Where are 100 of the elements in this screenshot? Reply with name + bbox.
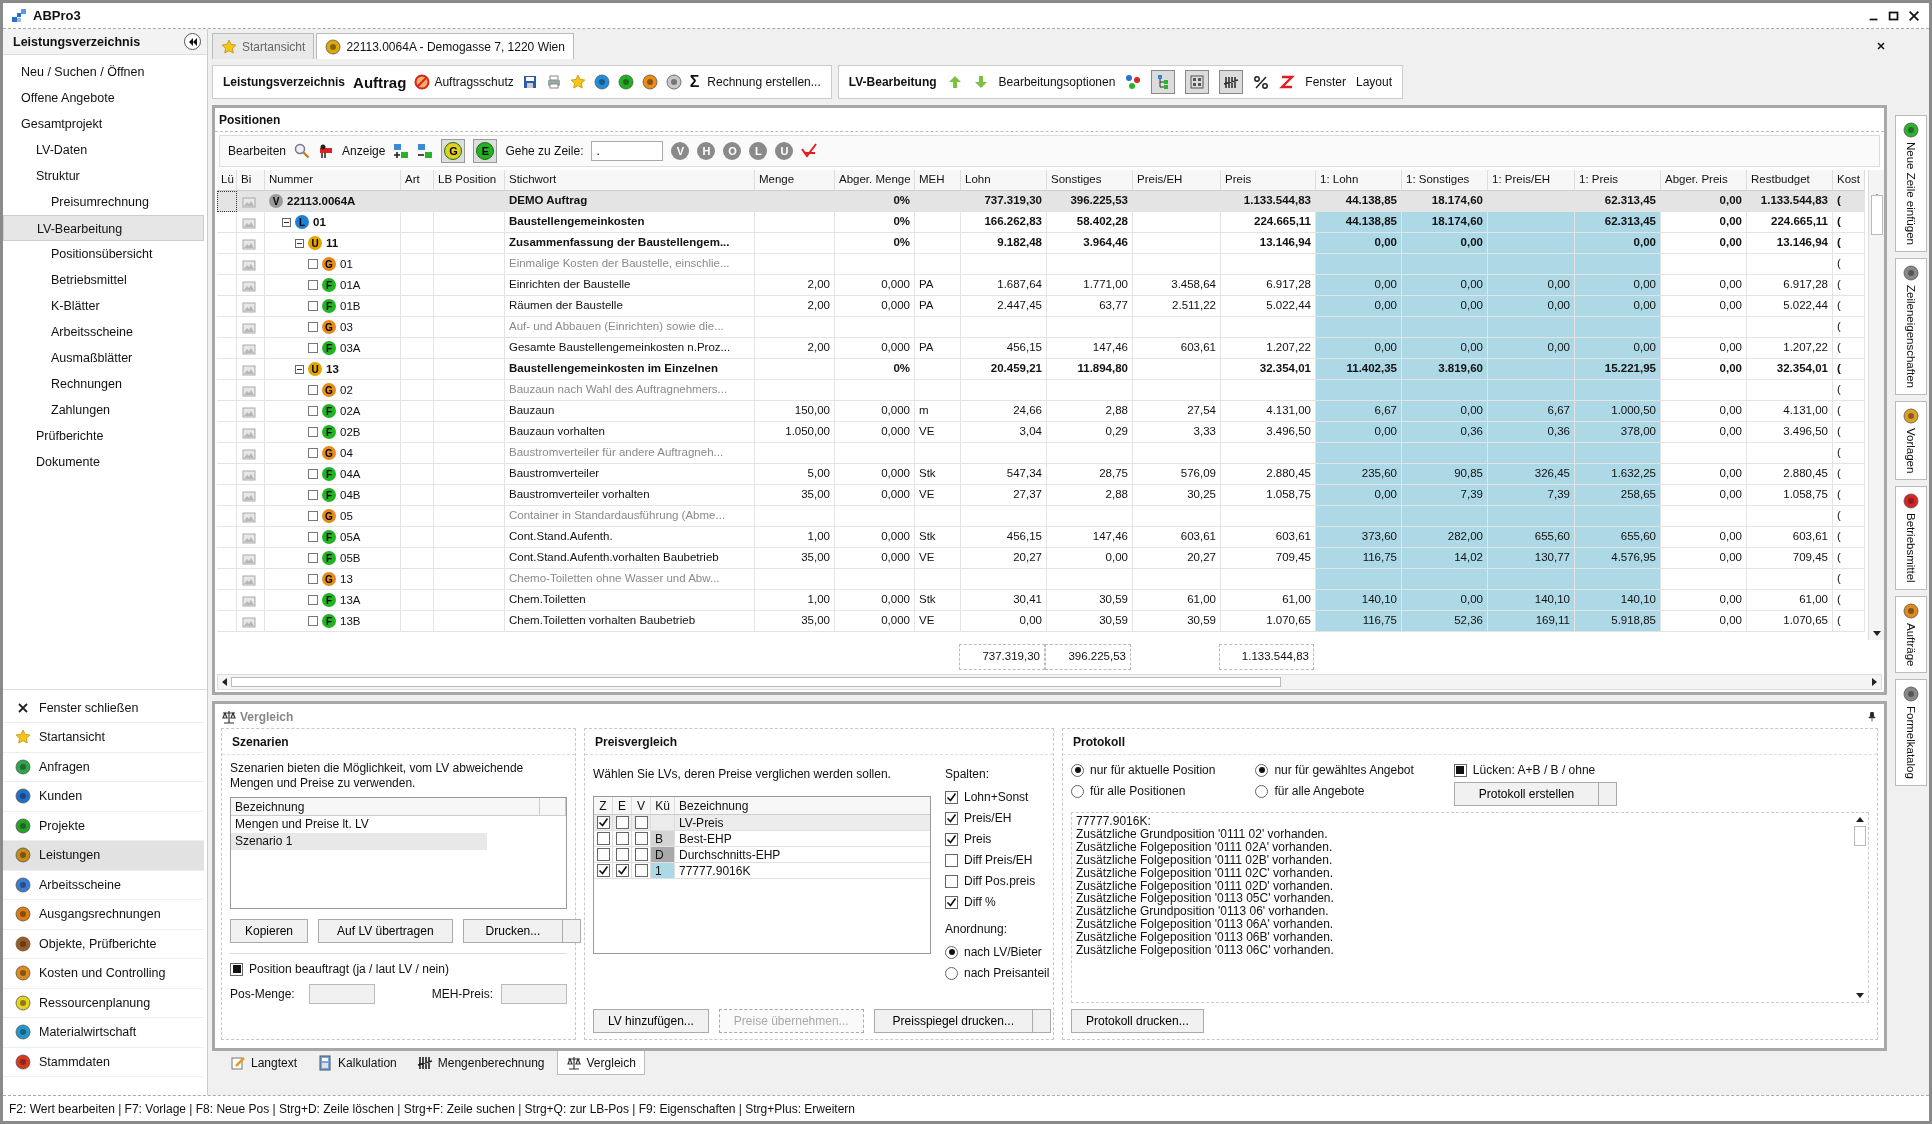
view-toggle[interactable] <box>1151 70 1176 94</box>
checkbox[interactable] <box>945 853 958 867</box>
checkbox[interactable] <box>308 322 318 332</box>
bottom-tab[interactable]: Langtext <box>222 1051 306 1075</box>
checkbox[interactable] <box>308 595 318 605</box>
scenario-row[interactable]: Szenario 1 <box>231 833 487 850</box>
input-field[interactable] <box>308 984 375 1004</box>
checkbox[interactable] <box>945 832 958 846</box>
column-header[interactable]: Lohn <box>961 170 1047 191</box>
tree-item[interactable]: LV-Bearbeitung <box>3 215 204 241</box>
search-icon[interactable] <box>294 143 311 159</box>
circle-icon[interactable] <box>617 74 634 90</box>
lv-menu[interactable]: Leistungsverzeichnis <box>223 75 346 89</box>
scroll-up-icon[interactable] <box>1856 817 1864 822</box>
remove-row-icon[interactable] <box>417 143 434 159</box>
checkbox[interactable] <box>308 343 318 353</box>
tools-icon[interactable] <box>318 143 335 159</box>
action-button[interactable]: LV hinzufügen... <box>593 1009 709 1033</box>
column-header[interactable]: Kost <box>1833 170 1865 191</box>
tree-item[interactable]: Zahlungen <box>3 397 204 423</box>
pin-icon[interactable] <box>1866 711 1878 723</box>
checkbox[interactable] <box>308 427 318 437</box>
printer-icon[interactable] <box>545 74 562 90</box>
radio-button[interactable] <box>1071 784 1084 798</box>
edit-menu[interactable]: LV-Bearbeitung <box>848 75 937 89</box>
tree-item[interactable]: Neu / Suchen / Öffnen <box>3 59 204 85</box>
nav-item[interactable]: Stammdaten <box>3 1047 204 1077</box>
nav-item[interactable]: Leistungen <box>3 841 204 871</box>
tree-item[interactable]: Positionsübersicht <box>3 241 204 267</box>
auftrag-menu[interactable]: Auftrag <box>353 73 407 91</box>
radio-button[interactable] <box>945 945 958 959</box>
tree-item[interactable]: Offene Angebote <box>3 85 204 111</box>
tree-item[interactable]: Betriebsmittel <box>3 267 204 293</box>
column-header[interactable]: E <box>613 797 632 814</box>
transfer-button[interactable]: Auf LV übertragen <box>318 919 453 943</box>
zigzag-icon[interactable] <box>1279 74 1296 90</box>
checkbox[interactable] <box>308 301 318 311</box>
collapse-sidebar-button[interactable] <box>184 33 201 50</box>
tree-item[interactable]: Struktur <box>3 163 204 189</box>
checkbox[interactable] <box>308 532 318 542</box>
scrollbar-thumb[interactable] <box>1870 195 1883 235</box>
view-menu[interactable]: Anzeige <box>342 144 386 158</box>
checkbox[interactable] <box>308 616 318 626</box>
side-tab[interactable]: Vorlagen <box>1895 400 1927 481</box>
circle-icon[interactable] <box>641 74 658 90</box>
scroll-down-icon[interactable] <box>1872 631 1881 636</box>
nav-item[interactable]: Ausgangsrechnungen <box>3 900 204 930</box>
tree-item[interactable]: Prüfberichte <box>3 423 204 449</box>
checkbox[interactable] <box>308 469 318 479</box>
radio-button[interactable] <box>1255 784 1269 798</box>
nav-item[interactable]: Kosten und Controlling <box>3 959 204 989</box>
close-icon[interactable] <box>1875 40 1887 52</box>
radio-button[interactable] <box>1255 763 1269 777</box>
add-row-icon[interactable] <box>393 143 410 159</box>
column-header[interactable]: Preis/EH <box>1133 170 1221 191</box>
column-header[interactable]: Art <box>401 170 434 191</box>
circle-icon[interactable] <box>593 74 610 90</box>
column-header[interactable]: Stichwort <box>505 170 755 191</box>
collapse-icon[interactable] <box>295 238 304 248</box>
column-header[interactable]: Sonstiges <box>1047 170 1133 191</box>
nav-item[interactable]: Fenster schließen <box>3 693 204 723</box>
checkbox[interactable] <box>230 962 243 976</box>
checkbox[interactable] <box>308 385 318 395</box>
filter-toggle[interactable]: G <box>441 139 466 163</box>
column-header[interactable]: 1: Preis <box>1575 170 1661 191</box>
side-tab[interactable]: Zeileneigenschaften <box>1895 257 1927 395</box>
nav-item[interactable]: Ressourcenplanung <box>3 988 204 1018</box>
checkbox[interactable] <box>308 406 318 416</box>
collapse-icon[interactable] <box>282 217 291 227</box>
create-log-button[interactable]: Protokoll erstellen <box>1453 782 1600 806</box>
input-field[interactable] <box>501 984 567 1004</box>
view-toggle[interactable] <box>1185 70 1210 94</box>
scenario-row[interactable]: Mengen und Preise lt. LV <box>231 816 487 833</box>
scrollbar-thumb[interactable] <box>1854 826 1866 846</box>
checkbox[interactable] <box>308 574 318 584</box>
checkbox[interactable] <box>945 790 958 804</box>
layout-menu[interactable]: Layout <box>1356 75 1393 89</box>
column-header[interactable]: Abger. Menge <box>835 170 915 191</box>
bottom-tab[interactable]: Vergleich <box>556 1051 645 1075</box>
circle-icon[interactable] <box>665 74 682 90</box>
collapse-icon[interactable] <box>295 364 304 374</box>
bottom-tab[interactable]: Mengenberechnung <box>408 1051 553 1075</box>
bottom-tab[interactable]: Kalkulation <box>309 1051 405 1075</box>
tree-item[interactable]: Rechnungen <box>3 371 204 397</box>
tree-item[interactable]: LV-Daten <box>3 137 204 163</box>
save-icon[interactable] <box>521 74 538 90</box>
checkbox[interactable] <box>308 280 318 290</box>
column-header[interactable]: Bezeichnung <box>675 797 930 814</box>
print-button[interactable]: Drucken... <box>462 919 564 943</box>
column-header[interactable]: Z <box>594 797 613 814</box>
checkbox[interactable] <box>308 259 318 269</box>
side-tab[interactable]: Betriebsmittel <box>1895 486 1927 590</box>
checkbox[interactable] <box>945 874 958 888</box>
checkbox[interactable] <box>1453 763 1467 777</box>
invoice-button[interactable]: Rechnung erstellen... <box>707 75 821 89</box>
goto-field[interactable]: . <box>591 141 664 161</box>
radio-button[interactable] <box>945 966 958 980</box>
nav-item[interactable]: Anfragen <box>3 752 204 782</box>
column-header[interactable]: Kü <box>651 797 675 814</box>
structure-menu[interactable] <box>1125 74 1142 90</box>
